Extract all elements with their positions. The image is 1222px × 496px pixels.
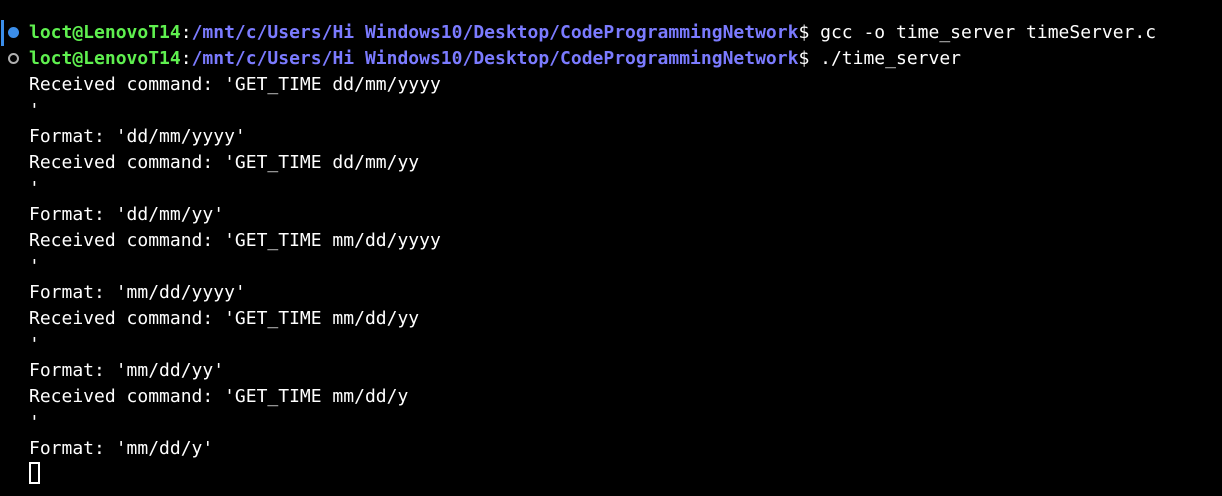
terminal-cursor[interactable]	[29, 462, 40, 484]
output-line: Format: 'dd/mm/yy'	[29, 204, 225, 225]
output-line: Format: 'mm/dd/yyyy'	[29, 282, 246, 303]
prompt-symbol: $	[798, 48, 810, 69]
output-line: Received command: 'GET_TIME mm/dd/yyyy	[29, 230, 441, 251]
output-line: Format: 'mm/dd/yy'	[29, 360, 225, 381]
prompt-line-2: loct@LenovoT14:/mnt/c/Users/Hi Windows10…	[29, 48, 961, 69]
command-running-icon[interactable]	[8, 53, 19, 64]
output-line: '	[29, 256, 40, 277]
output-line: Received command: 'GET_TIME mm/dd/y	[29, 386, 409, 407]
command-text: gcc -o time_server timeServer.c	[809, 22, 1157, 43]
output-line: Format: 'mm/dd/y'	[29, 438, 214, 459]
command-success-icon[interactable]	[8, 27, 19, 38]
output-line: Received command: 'GET_TIME mm/dd/yy	[29, 308, 420, 329]
command-text: ./time_server	[809, 48, 961, 69]
prompt-user: loct@LenovoT14	[29, 48, 181, 69]
prompt-path: /mnt/c/Users/Hi Windows10/Desktop/CodePr…	[191, 48, 799, 69]
output-line: '	[29, 178, 40, 199]
output-line: '	[29, 100, 40, 121]
prompt-symbol: $	[798, 22, 810, 43]
output-line: Received command: 'GET_TIME dd/mm/yy	[29, 152, 420, 173]
prompt-path: /mnt/c/Users/Hi Windows10/Desktop/CodePr…	[191, 22, 799, 43]
output-line: '	[29, 334, 40, 355]
output-line: Format: 'dd/mm/yyyy'	[29, 126, 246, 147]
output-line: Received command: 'GET_TIME dd/mm/yyyy	[29, 74, 441, 95]
output-line: '	[29, 412, 40, 433]
command-decoration-bar	[1, 20, 4, 46]
terminal-window[interactable]: loct@LenovoT14:/mnt/c/Users/Hi Windows10…	[0, 0, 1222, 496]
prompt-line-1: loct@LenovoT14:/mnt/c/Users/Hi Windows10…	[29, 22, 1157, 43]
prompt-user: loct@LenovoT14	[29, 22, 181, 43]
